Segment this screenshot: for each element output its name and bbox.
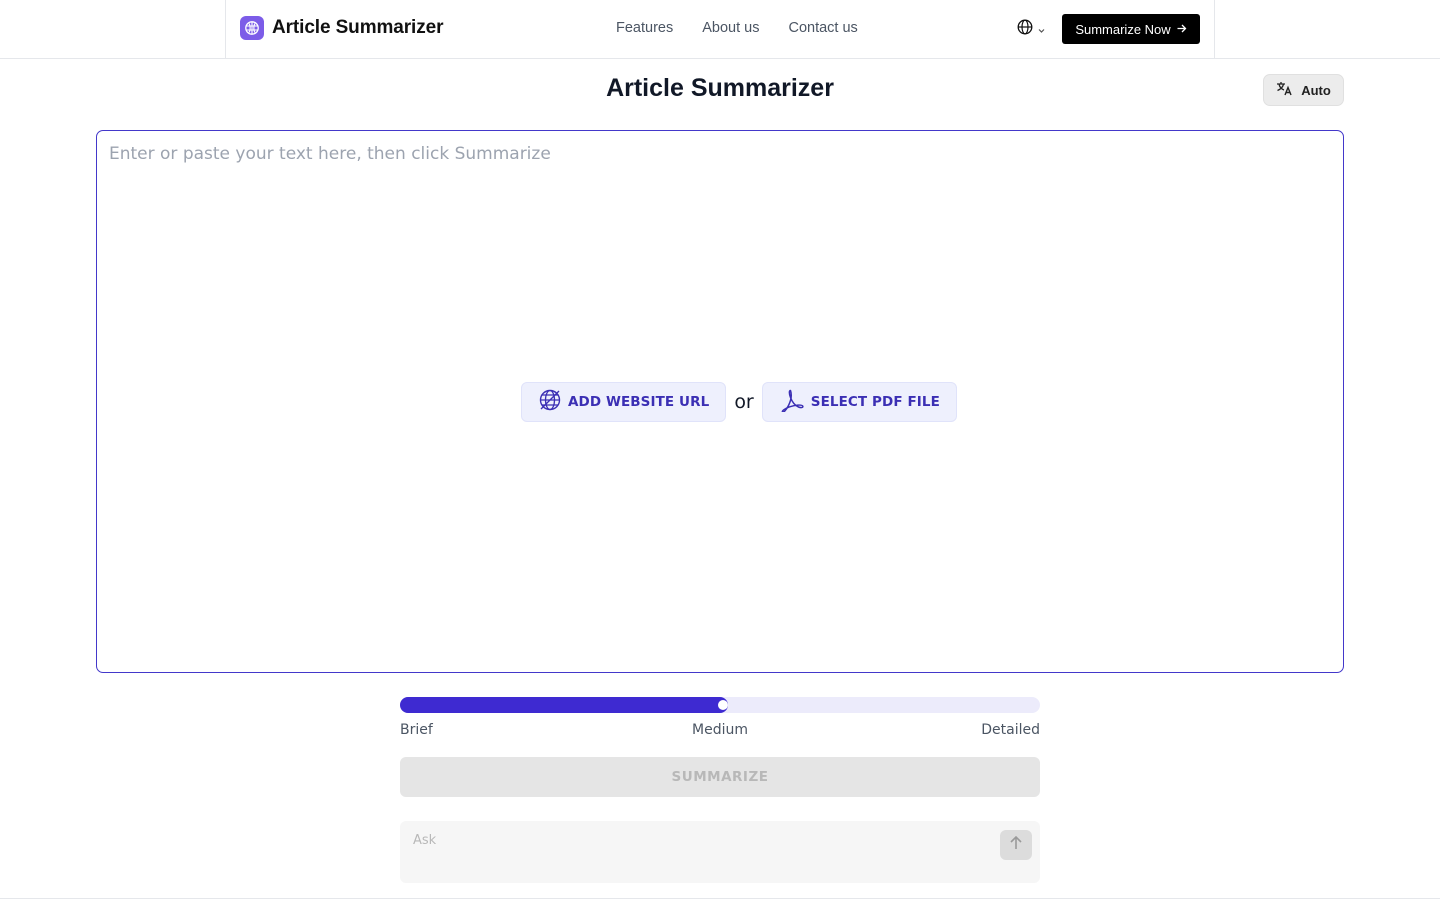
ask-box <box>400 821 1040 883</box>
add-website-url-label: ADD WEBSITE URL <box>568 394 710 410</box>
brand-name: Article Summarizer <box>272 17 444 38</box>
ask-send-button[interactable] <box>1000 830 1032 860</box>
globe-icon <box>1017 19 1033 39</box>
output-language-label: Auto <box>1301 82 1331 98</box>
translate-icon <box>1276 81 1293 99</box>
output-language-button[interactable]: Auto <box>1263 74 1344 106</box>
add-website-url-button[interactable]: ADD WEBSITE URL <box>521 382 727 422</box>
brand-link[interactable]: Article Summarizer <box>240 16 443 40</box>
cta-label: Summarize Now <box>1075 21 1171 37</box>
select-pdf-file-button[interactable]: SELECT PDF FILE <box>761 382 957 422</box>
ask-input[interactable] <box>413 833 973 848</box>
select-pdf-file-label: SELECT PDF FILE <box>810 394 940 410</box>
top-navigation: Article Summarizer Features About us Con… <box>0 0 1440 59</box>
nav-contact-us[interactable]: Contact us <box>788 20 857 36</box>
slider-label-medium: Medium <box>692 722 748 738</box>
page-title: Article Summarizer <box>606 74 834 102</box>
slider-fill <box>400 697 728 713</box>
text-input-area[interactable]: Enter or paste your text here, then clic… <box>96 130 1344 673</box>
slider-label-detailed: Detailed <box>981 722 1040 738</box>
summarize-button[interactable]: SUMMARIZE <box>400 757 1040 797</box>
slider-label-brief: Brief <box>400 722 433 738</box>
slider-thumb[interactable] <box>718 700 728 710</box>
navbar-container: Article Summarizer Features About us Con… <box>225 0 1215 58</box>
language-selector[interactable] <box>1017 19 1046 39</box>
footer-divider <box>0 898 1440 899</box>
arrow-right-icon <box>1176 22 1187 37</box>
chevron-down-icon <box>1037 20 1046 39</box>
nav-features[interactable]: Features <box>616 20 673 36</box>
globe-link-icon <box>538 388 562 416</box>
editor-placeholder: Enter or paste your text here, then clic… <box>109 144 551 164</box>
summary-length-slider[interactable] <box>400 697 1040 713</box>
brain-logo-icon <box>240 16 264 40</box>
pdf-icon <box>779 388 805 416</box>
nav-about-us[interactable]: About us <box>702 20 759 36</box>
slider-labels: Brief Medium Detailed <box>400 722 1040 742</box>
summarize-now-button[interactable]: Summarize Now <box>1062 14 1200 44</box>
main-nav: Features About us Contact us <box>616 20 887 36</box>
arrow-up-icon <box>1009 835 1023 855</box>
source-options: ADD WEBSITE URL or SELECT PDF FILE <box>521 382 957 422</box>
or-separator: or <box>734 391 754 413</box>
